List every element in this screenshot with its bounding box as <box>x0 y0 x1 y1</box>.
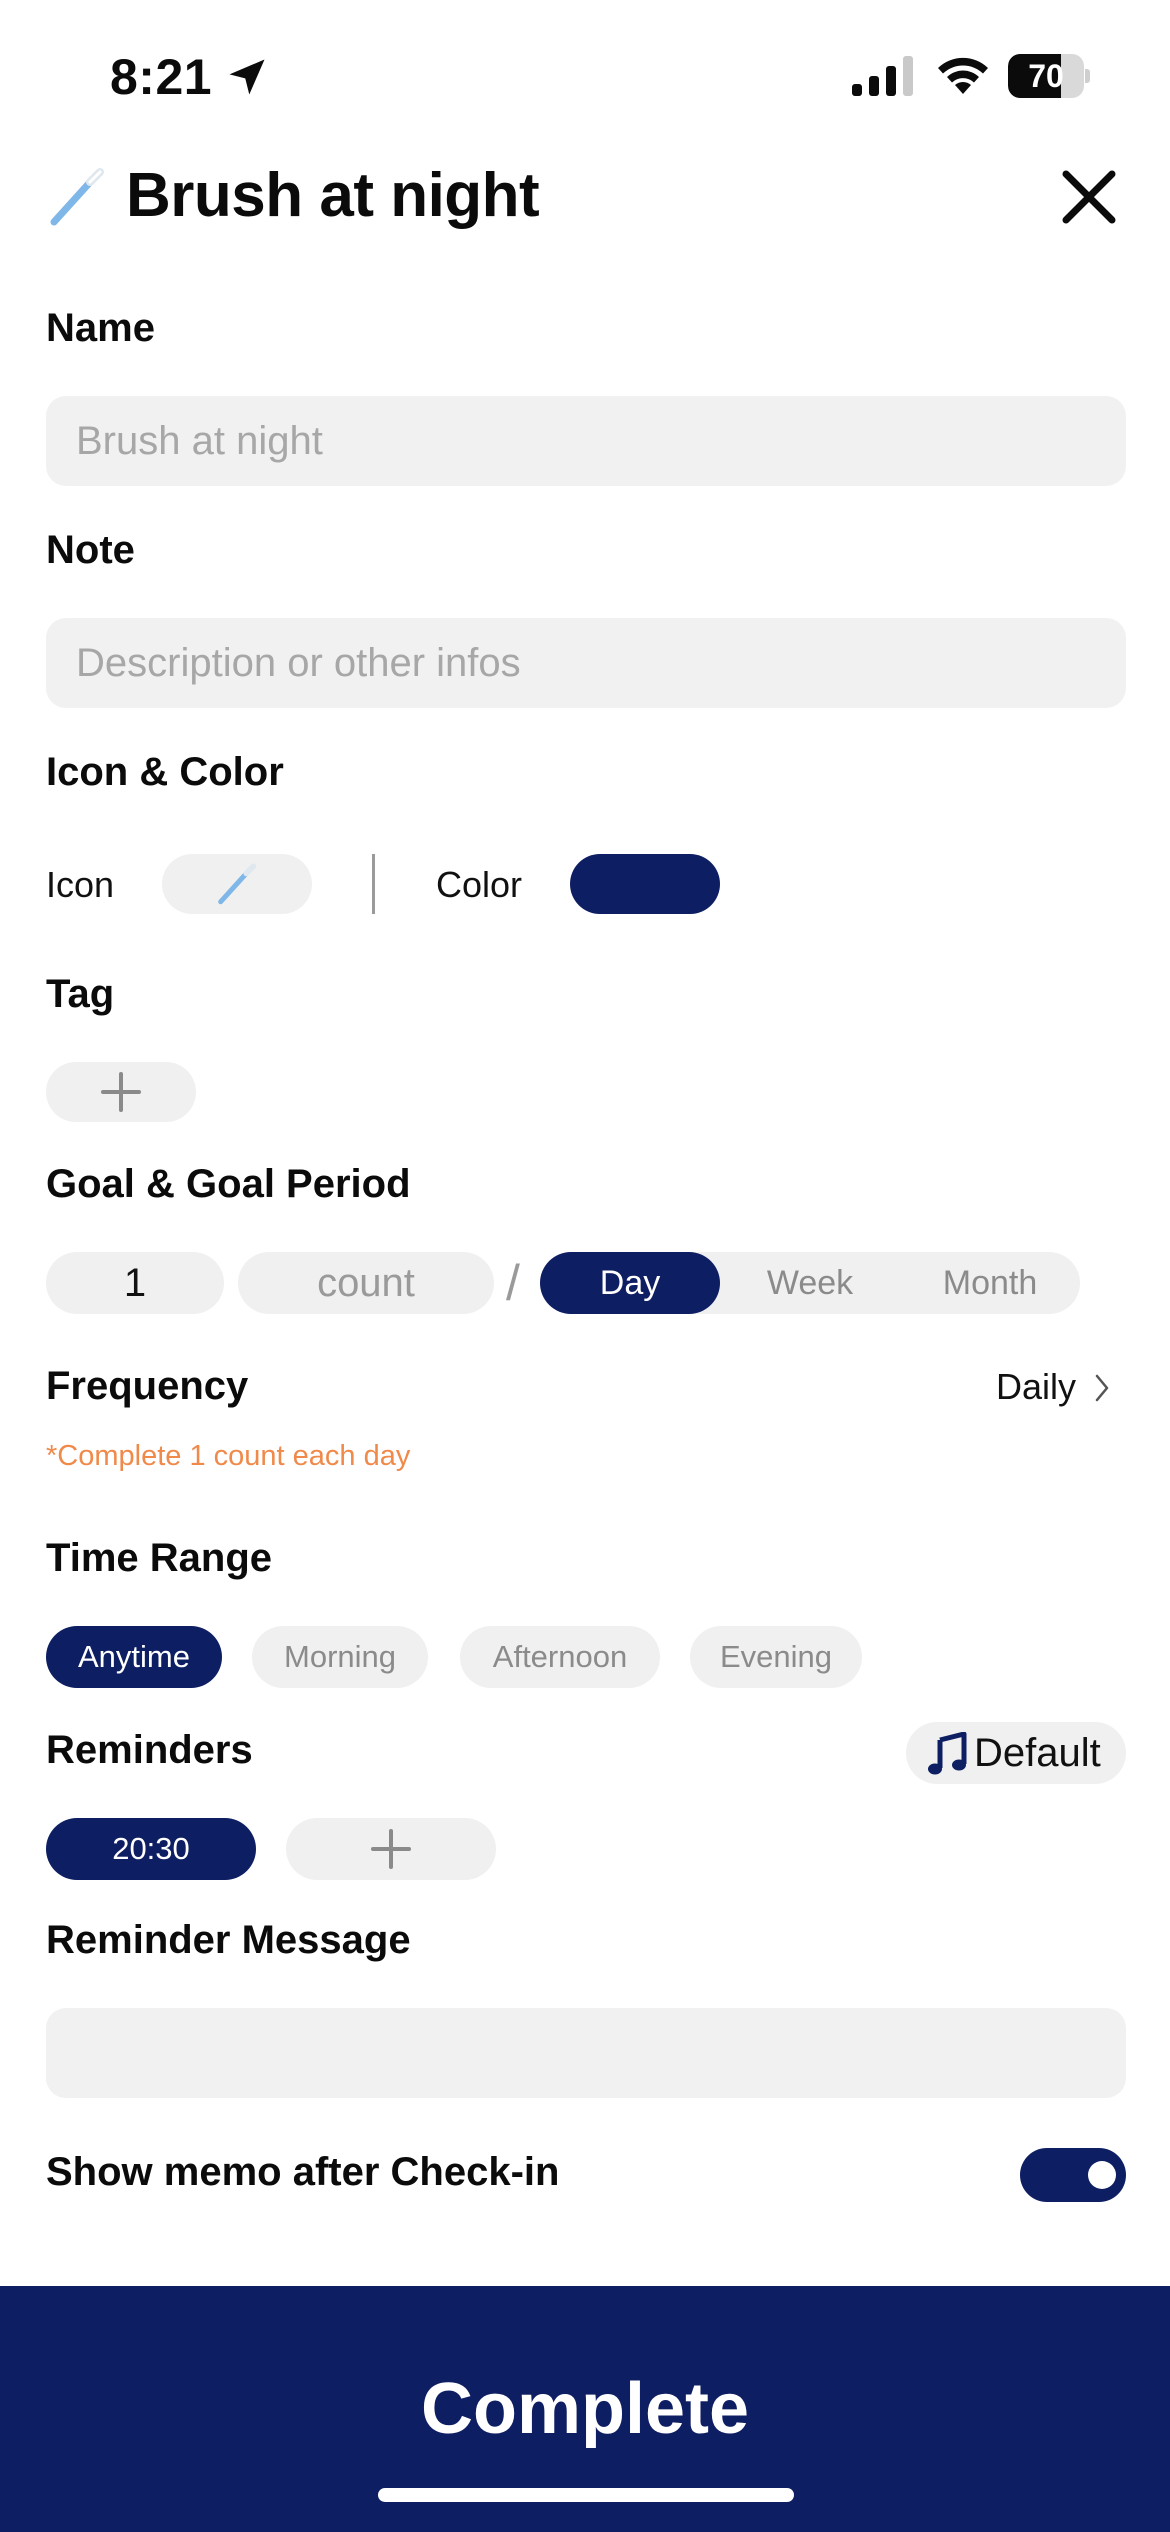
reminder-sound-label: Default <box>974 1731 1101 1775</box>
icon-color-label: Icon & Color <box>46 750 284 794</box>
color-label: Color <box>436 864 523 905</box>
plus-icon <box>101 1072 141 1112</box>
battery-percentage: 70 <box>1028 58 1064 94</box>
name-input[interactable] <box>46 396 1126 486</box>
note-input[interactable] <box>46 618 1126 708</box>
note-field-container <box>46 618 1126 708</box>
plus-icon <box>371 1829 411 1869</box>
icon-label: Icon <box>46 864 115 905</box>
goal-separator: / <box>506 1255 520 1311</box>
note-label: Note <box>46 528 135 572</box>
time-range-morning[interactable]: Morning <box>252 1626 428 1688</box>
goal-unit-input[interactable]: count <box>238 1252 494 1314</box>
divider <box>372 854 375 914</box>
goal-label: Goal & Goal Period <box>46 1162 411 1206</box>
reminder-sound-button[interactable]: Default <box>906 1722 1126 1784</box>
time-range-evening[interactable]: Evening <box>690 1626 862 1688</box>
cellular-signal-icon <box>852 56 913 96</box>
reminder-message-label: Reminder Message <box>46 1918 411 1962</box>
reminder-time-chip[interactable]: 20:30 <box>46 1818 256 1880</box>
time-range-anytime[interactable]: Anytime <box>46 1626 222 1688</box>
show-memo-label: Show memo after Check-in <box>46 2150 560 2194</box>
goal-period-selector: Day Week Month <box>540 1252 1080 1314</box>
tag-label: Tag <box>46 972 115 1016</box>
reminder-message-input[interactable] <box>46 2008 1126 2098</box>
frequency-hint: *Complete 1 count each day <box>46 1440 411 1472</box>
toothbrush-icon <box>50 168 104 226</box>
complete-button-label: Complete <box>420 2369 750 2449</box>
music-note-icon <box>928 1732 967 1775</box>
status-time: 8:21 <box>110 49 213 105</box>
frequency-value[interactable]: Daily <box>996 1366 1076 1408</box>
goal-count-input[interactable]: 1 <box>46 1252 224 1314</box>
period-day[interactable]: Day <box>540 1252 720 1314</box>
home-indicator <box>378 2488 794 2502</box>
battery-icon: 70 <box>1008 54 1090 98</box>
chevron-right-icon[interactable] <box>1092 1372 1112 1404</box>
toggle-knob <box>1088 2161 1116 2189</box>
reminders-label: Reminders <box>46 1728 253 1772</box>
show-memo-toggle[interactable] <box>1020 2148 1126 2202</box>
close-icon[interactable] <box>1058 166 1120 228</box>
icon-picker-button[interactable] <box>162 854 312 914</box>
period-month[interactable]: Month <box>900 1252 1080 1314</box>
add-tag-button[interactable] <box>46 1062 196 1122</box>
color-picker-button[interactable] <box>570 854 720 914</box>
wifi-icon <box>938 57 988 94</box>
time-range-afternoon[interactable]: Afternoon <box>460 1626 660 1688</box>
period-week[interactable]: Week <box>720 1252 900 1314</box>
name-field-container <box>46 396 1126 486</box>
add-reminder-button[interactable] <box>286 1818 496 1880</box>
name-label: Name <box>46 306 155 350</box>
time-range-label: Time Range <box>46 1536 272 1580</box>
reminder-message-container <box>46 2008 1126 2098</box>
page-title: Brush at night <box>126 161 540 230</box>
toothbrush-icon <box>218 863 257 905</box>
location-arrow-icon <box>229 59 265 95</box>
frequency-label: Frequency <box>46 1364 249 1408</box>
